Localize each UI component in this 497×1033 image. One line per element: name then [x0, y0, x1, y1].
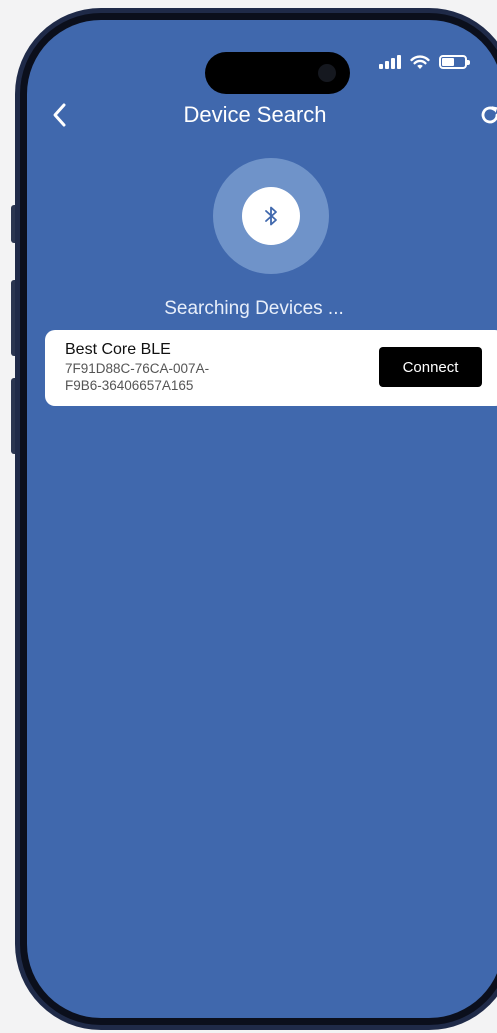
app-screen: Device Search Searching Devices ... Best… [27, 20, 497, 1018]
search-status-text: Searching Devices ... [164, 298, 344, 319]
refresh-icon [481, 106, 497, 124]
phone-frame: Device Search Searching Devices ... Best… [15, 8, 497, 1030]
bluetooth-badge [242, 187, 300, 245]
bluetooth-search-indicator [213, 158, 329, 274]
battery-icon [439, 55, 470, 69]
bluetooth-icon [265, 206, 277, 226]
device-id-line-1: 7F91D88C-76CA-007A- [65, 361, 210, 376]
stage: Device Search Searching Devices ... Best… [0, 0, 497, 1033]
device-name: Best Core BLE [65, 341, 171, 358]
device-list-item[interactable]: Best Core BLE 7F91D88C-76CA-007A- F9B6-3… [45, 330, 497, 406]
front-camera [318, 64, 336, 82]
refresh-button[interactable] [475, 100, 497, 130]
page-title: Device Search [183, 102, 327, 127]
connect-button[interactable]: Connect [379, 347, 482, 387]
status-bar [379, 52, 470, 72]
dynamic-island [205, 52, 350, 94]
cellular-signal-icon [379, 55, 401, 69]
device-identifier: 7F91D88C-76CA-007A- F9B6-36406657A165 [65, 360, 255, 394]
phone-bezel: Device Search Searching Devices ... Best… [20, 13, 497, 1025]
device-id-line-2: F9B6-36406657A165 [65, 378, 194, 393]
wifi-icon [410, 54, 430, 69]
